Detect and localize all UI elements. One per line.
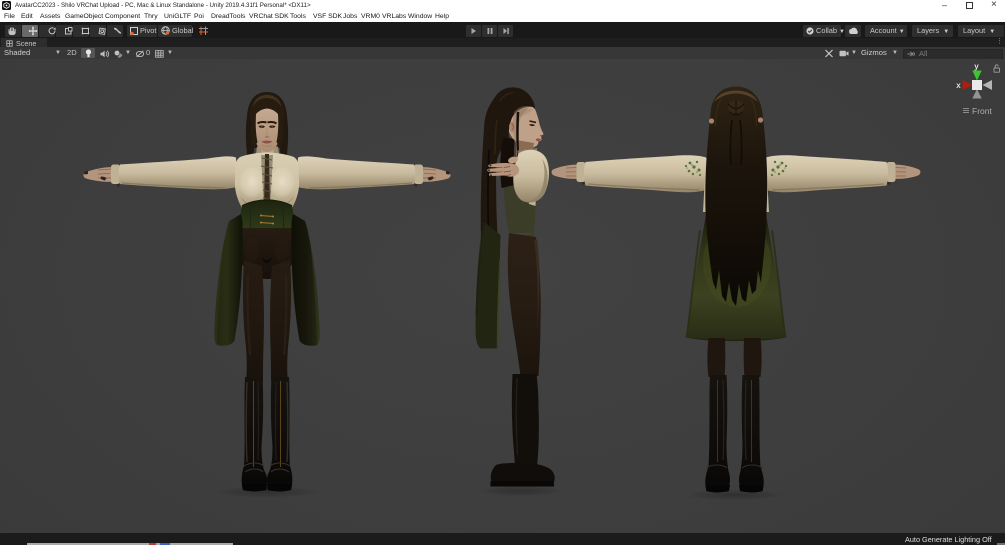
svg-text:Front: Front bbox=[972, 106, 992, 116]
svg-text:y: y bbox=[974, 62, 979, 71]
svg-text:x: x bbox=[956, 81, 961, 90]
